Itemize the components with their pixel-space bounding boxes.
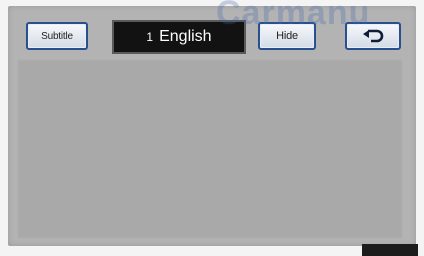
page: Subtitle 1 English Hide Carmanu: [0, 0, 424, 256]
display-screen: Subtitle 1 English Hide: [8, 6, 416, 246]
image-code-tag: [362, 244, 418, 256]
video-content-area: [18, 60, 402, 238]
subtitle-button-label: Subtitle: [41, 30, 73, 42]
watermark: Carmanu: [216, 0, 371, 32]
subtitle-button[interactable]: Subtitle: [26, 22, 88, 50]
language-number: 1: [146, 30, 154, 44]
language-name: English: [159, 28, 212, 45]
